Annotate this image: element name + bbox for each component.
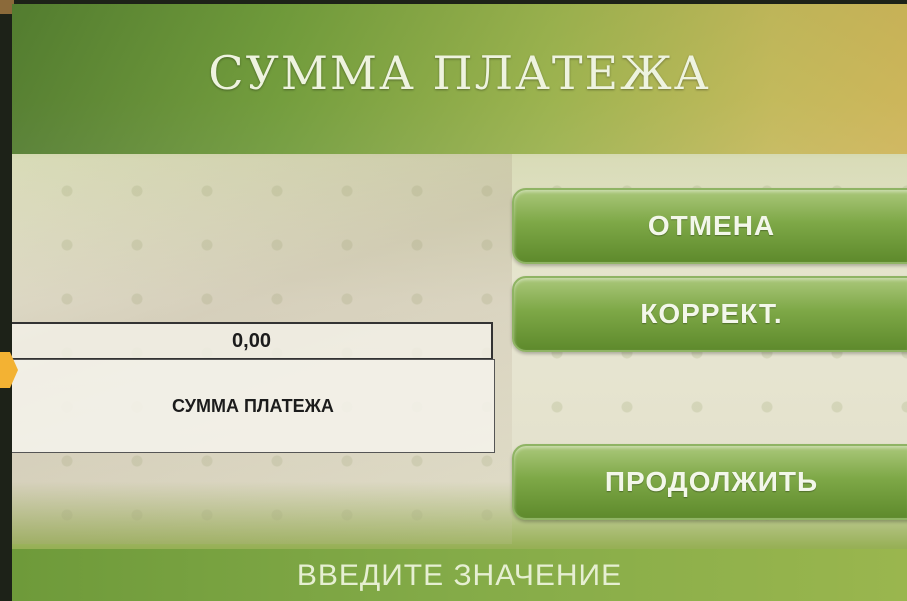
cancel-button[interactable]: ОТМЕНА [512,188,907,264]
correct-button-label: КОРРЕКТ. [640,298,783,329]
amount-input[interactable]: 0,00 [12,322,493,360]
footer-prompt: ВВЕДИТЕ ЗНАЧЕНИЕ [296,559,623,592]
amount-value: 0,00 [232,329,271,352]
continue-button[interactable]: ПРОДОЛЖИТЬ [512,444,907,520]
cancel-button-label: ОТМЕНА [647,210,776,241]
correct-button[interactable]: КОРРЕКТ. [512,276,907,352]
amount-label: СУММА ПЛАТЕЖА [172,395,334,416]
atm-screen: СУММА ПЛАТЕЖА 0,00 СУММА ПЛАТЕЖА ОТМЕНА … [12,4,907,601]
continue-button-label: ПРОДОЛЖИТЬ [604,466,819,497]
page-title: СУММА ПЛАТЕЖА [208,46,711,100]
amount-label-box: СУММА ПЛАТЕЖА [12,359,495,453]
